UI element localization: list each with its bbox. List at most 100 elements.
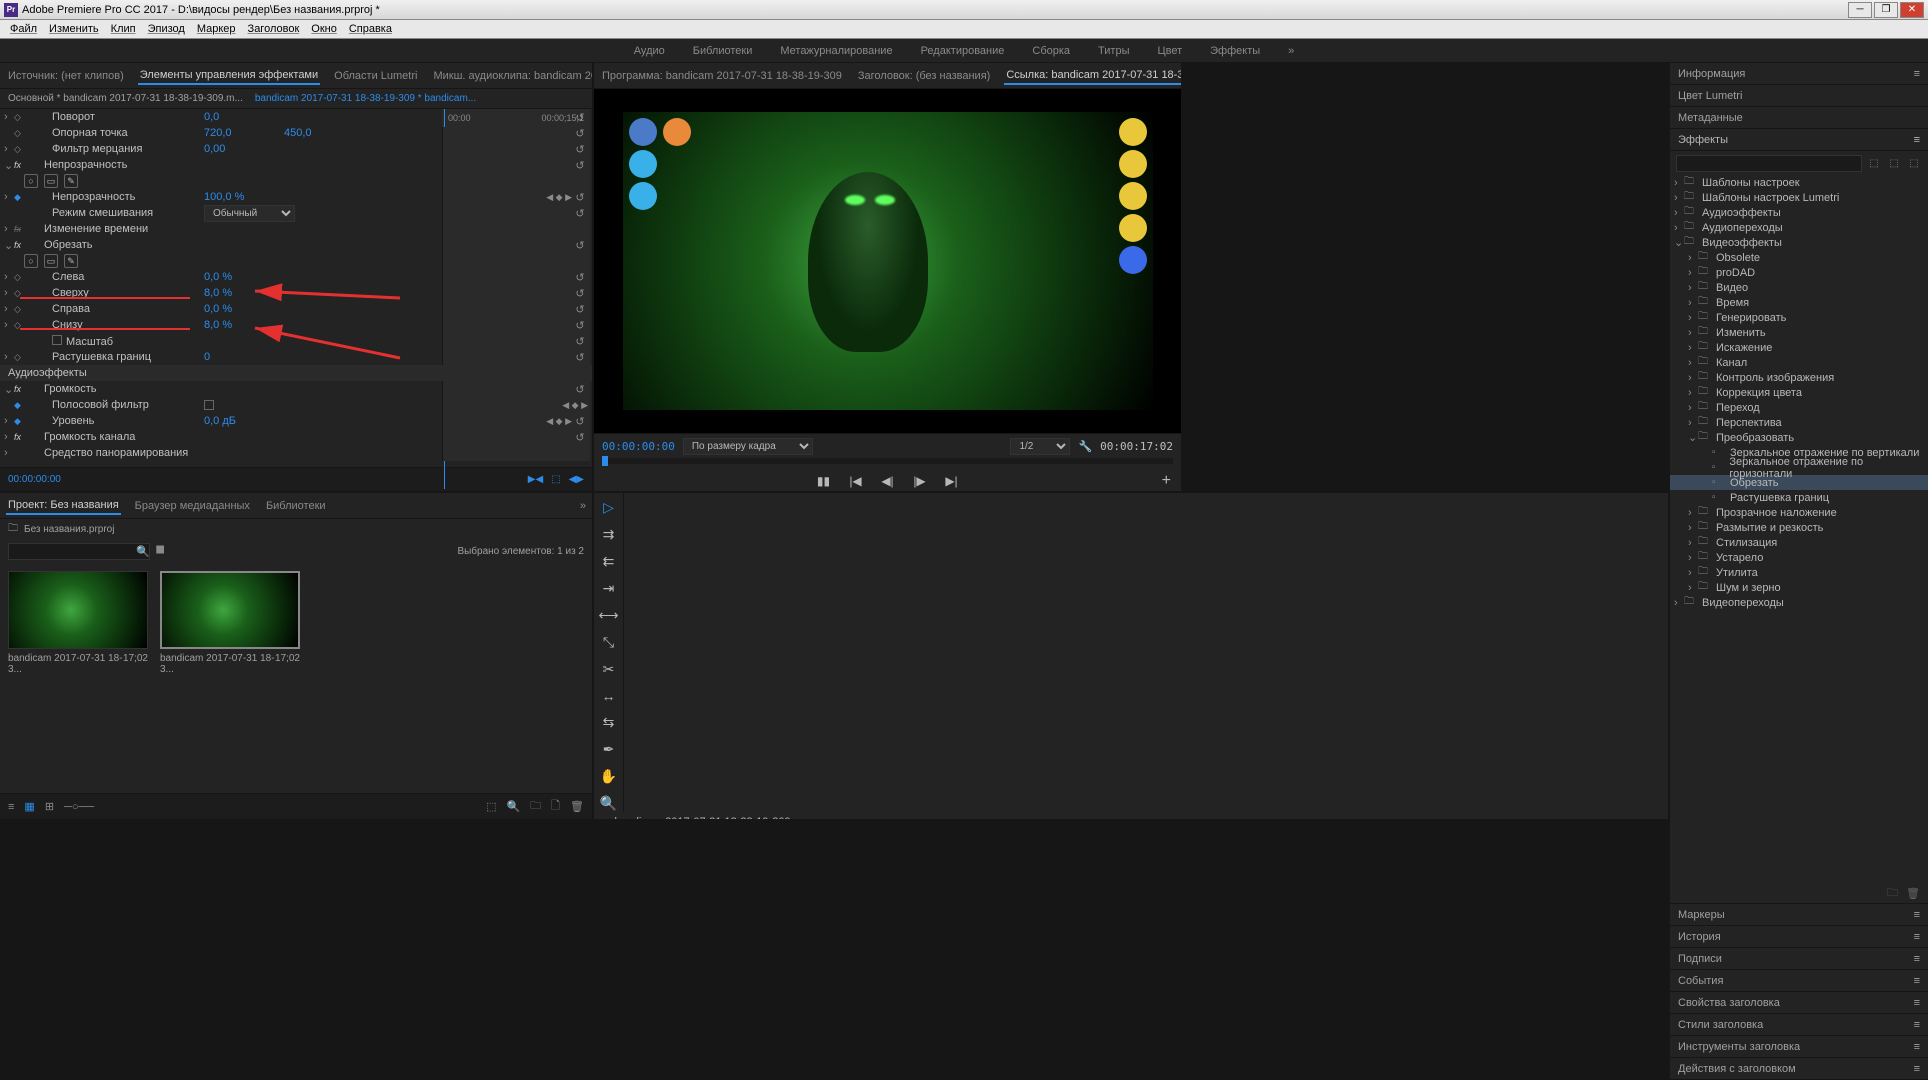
effects-tree-item[interactable]: ›🗀Канал: [1670, 355, 1928, 370]
tab-title[interactable]: Заголовок: (без названия): [856, 68, 992, 84]
step-back-icon[interactable]: ◀|: [879, 472, 897, 490]
ec-zoom-in-icon[interactable]: ◀▶: [569, 474, 584, 485]
menu-Окно[interactable]: Окно: [305, 23, 343, 35]
ripple-edit-icon[interactable]: ⇥: [603, 580, 615, 597]
effects-tree-item[interactable]: ›🗀Контроль изображения: [1670, 370, 1928, 385]
fx-badge-3-icon[interactable]: ⬚: [1906, 155, 1922, 171]
program-fit-select[interactable]: По размеру кадра: [683, 438, 813, 455]
ellipse-mask-icon[interactable]: ○: [24, 254, 38, 268]
panel-menu-icon[interactable]: »: [580, 500, 586, 512]
metadata-panel-header[interactable]: Метаданные: [1670, 107, 1928, 129]
rect-mask-icon[interactable]: ▭: [44, 254, 58, 268]
project-thumb[interactable]: bandicam 2017-07-31 18-3...17;02: [8, 571, 148, 675]
new-bin-icon[interactable]: 🗀: [530, 797, 541, 816]
rolling-edit-icon[interactable]: ⟷: [598, 607, 618, 624]
tab-audio-mixer[interactable]: Микш. аудиоклипа: bandicam 2017-07-31 1: [431, 68, 592, 84]
project-search-input[interactable]: [8, 543, 150, 560]
project-thumb[interactable]: bandicam 2017-07-31 18-3...17;02: [160, 571, 300, 675]
go-to-out-icon[interactable]: ▶|: [943, 472, 961, 490]
effects-tree-item[interactable]: ›🗀Утилита: [1670, 565, 1928, 580]
close-button[interactable]: ✕: [1900, 2, 1924, 18]
collapsed-panel-Свойства заголовка[interactable]: Свойства заголовка≡: [1670, 992, 1928, 1014]
tab-effect-controls[interactable]: Элементы управления эффектами: [138, 67, 320, 85]
collapsed-panel-Стили заголовка[interactable]: Стили заголовка≡: [1670, 1014, 1928, 1036]
rect-mask-icon[interactable]: ▭: [44, 174, 58, 188]
menu-Файл[interactable]: Файл: [4, 23, 43, 35]
lumetri-panel-header[interactable]: Цвет Lumetri: [1670, 85, 1928, 107]
collapsed-panel-Инструменты заголовка[interactable]: Инструменты заголовка≡: [1670, 1036, 1928, 1058]
effects-tree-item[interactable]: ›🗀Видео: [1670, 280, 1928, 295]
workspace-Метажурналирование[interactable]: Метажурналирование: [780, 45, 892, 57]
icon-view-icon[interactable]: ▦: [24, 800, 34, 813]
effects-tree-item[interactable]: ›🗀Шум и зерно: [1670, 580, 1928, 595]
program-video-view[interactable]: [594, 89, 1181, 433]
menu-Эпизод[interactable]: Эпизод: [142, 23, 191, 35]
fx-badge-1-icon[interactable]: ⬚: [1866, 155, 1882, 171]
effects-tree-item[interactable]: ›🗀Obsolete: [1670, 250, 1928, 265]
pen-mask-icon[interactable]: ✎: [64, 254, 78, 268]
tab-link[interactable]: Ссылка: bandicam 2017-07-31 18-38-19-309: [1004, 67, 1181, 85]
collapsed-panel-События[interactable]: События≡: [1670, 970, 1928, 992]
workspace-Библиотеки[interactable]: Библиотеки: [693, 45, 753, 57]
find-icon[interactable]: 🔍: [506, 800, 520, 813]
workspace-Цвет[interactable]: Цвет: [1157, 45, 1182, 57]
razor-tool-icon[interactable]: ✂: [603, 661, 615, 678]
effects-tree-item[interactable]: ▫Зеркальное отражение по горизонтали: [1670, 460, 1928, 475]
delete-icon[interactable]: 🗑: [570, 800, 584, 813]
effects-tree-item[interactable]: ›🗀Изменить: [1670, 325, 1928, 340]
effects-tree-item[interactable]: ›🗀Аудиоэффекты: [1670, 205, 1928, 220]
slip-tool-icon[interactable]: ↔: [602, 688, 616, 704]
ec-timecode[interactable]: 00:00:00:00: [8, 474, 61, 485]
tab-media-browser[interactable]: Браузер медиаданных: [133, 498, 252, 514]
effects-panel-title[interactable]: Эффекты: [1678, 134, 1728, 146]
workspace-Редактирование[interactable]: Редактирование: [921, 45, 1005, 57]
tab-project[interactable]: Проект: Без названия: [6, 497, 121, 515]
tab-source[interactable]: Источник: (нет клипов): [6, 68, 126, 84]
filter-icon[interactable]: ⯀: [156, 545, 165, 558]
effects-tree-item[interactable]: ›🗀Шаблоны настроек: [1670, 175, 1928, 190]
menu-Заголовок[interactable]: Заголовок: [242, 23, 306, 35]
new-bin-icon[interactable]: 🗀: [1887, 884, 1898, 903]
workspace-Аудио[interactable]: Аудио: [634, 45, 665, 57]
ec-toggle-icon[interactable]: ⬚: [551, 474, 560, 485]
effects-tree-item[interactable]: ⌄🗀Преобразовать: [1670, 430, 1928, 445]
effects-tree-item[interactable]: ›🗀Искажение: [1670, 340, 1928, 355]
effects-tree-item[interactable]: ›🗀Размытие и резкость: [1670, 520, 1928, 535]
panel-menu-icon[interactable]: ≡: [1914, 134, 1920, 146]
go-to-in-icon[interactable]: |◀: [847, 472, 865, 490]
menu-Изменить[interactable]: Изменить: [43, 23, 105, 35]
menu-Клип[interactable]: Клип: [105, 23, 142, 35]
workspace-Титры[interactable]: Титры: [1098, 45, 1129, 57]
bypass-checkbox[interactable]: [204, 400, 214, 410]
effects-tree-item[interactable]: ›🗀proDAD: [1670, 265, 1928, 280]
seq-close-icon[interactable]: ×: [602, 816, 608, 820]
effects-tree-item[interactable]: ›🗀Видеопереходы: [1670, 595, 1928, 610]
add-marker-icon[interactable]: ▮▮: [815, 472, 833, 490]
effects-tree-item[interactable]: ›🗀Стилизация: [1670, 535, 1928, 550]
program-tc-left[interactable]: 00:00:00:00: [602, 440, 675, 453]
effects-tree-item[interactable]: ›🗀Коррекция цвета: [1670, 385, 1928, 400]
maximize-button[interactable]: ❐: [1874, 2, 1898, 18]
auto-seq-icon[interactable]: ⬚: [486, 800, 496, 813]
effects-tree-item[interactable]: ›🗀Перспектива: [1670, 415, 1928, 430]
effects-tree-item[interactable]: ›🗀Шаблоны настроек Lumetri: [1670, 190, 1928, 205]
menu-Маркер[interactable]: Маркер: [191, 23, 242, 35]
zoom-tool-icon[interactable]: 🔍: [600, 795, 617, 812]
delete-icon[interactable]: 🗑: [1906, 887, 1920, 900]
info-panel-header[interactable]: Информация≡: [1670, 63, 1928, 85]
pen-tool-icon[interactable]: ✒: [603, 741, 615, 758]
collapsed-panel-Маркеры[interactable]: Маркеры≡: [1670, 904, 1928, 926]
program-res-select[interactable]: 1/2: [1010, 438, 1070, 455]
pen-mask-icon[interactable]: ✎: [64, 174, 78, 188]
new-item-icon[interactable]: 🗋: [551, 797, 560, 816]
play-icon[interactable]: |▶: [911, 472, 929, 490]
freeform-view-icon[interactable]: ⊞: [45, 800, 54, 813]
effects-search-input[interactable]: [1676, 155, 1862, 172]
ec-zoom-out-icon[interactable]: ▶◀: [528, 474, 543, 485]
effects-tree-item[interactable]: ▫Растушевка границ: [1670, 490, 1928, 505]
effects-tree-item[interactable]: ›🗀Устарело: [1670, 550, 1928, 565]
zoom-slider[interactable]: ─○──: [64, 801, 94, 813]
selection-tool-icon[interactable]: ▷: [603, 499, 614, 516]
ec-clip-right[interactable]: bandicam 2017-07-31 18-38-19-309 * bandi…: [255, 93, 476, 104]
track-select-back-icon[interactable]: ⇇: [603, 553, 615, 570]
